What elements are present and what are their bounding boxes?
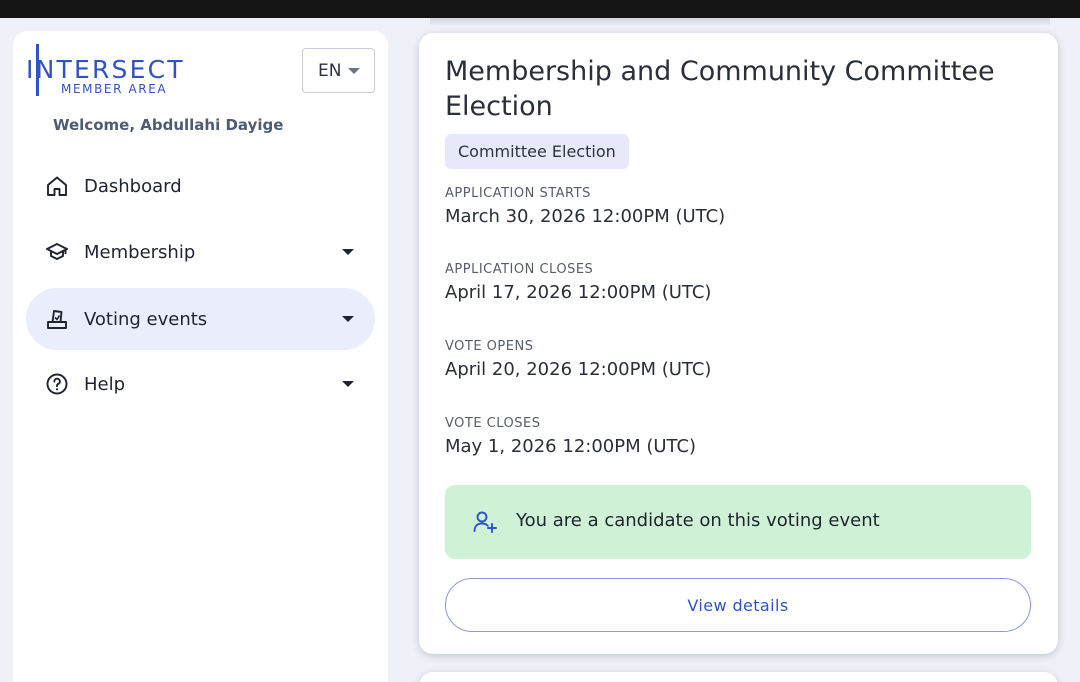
ballot-box-icon [47, 310, 67, 329]
top-shadow [430, 18, 1050, 26]
intersect-logo[interactable]: INTERSECT MEMBER AREA [26, 44, 186, 98]
top-bar [0, 0, 1080, 18]
chevron-down-icon [342, 316, 354, 322]
sidebar-item-label: Dashboard [84, 175, 182, 197]
candidate-notice-text: You are a candidate on this voting event [516, 510, 880, 531]
event-type-badge: Committee Election [445, 134, 629, 169]
chevron-down-icon [348, 68, 360, 74]
graduation-cap-icon [46, 243, 68, 260]
application-starts-label: APPLICATION STARTS [445, 186, 591, 201]
event-title: Membership and Community Committee Elect… [445, 56, 995, 122]
sidebar-item-label: Membership [84, 241, 196, 263]
view-details-button[interactable]: View details [445, 578, 1031, 632]
logo-word: INTERSECT [26, 55, 185, 84]
logo-subtitle: MEMBER AREA [61, 82, 168, 96]
candidate-notice: You are a candidate on this voting event [445, 485, 1031, 559]
user-plus-icon [473, 511, 497, 533]
sidebar-item-help[interactable]: Help [26, 353, 375, 415]
vote-closes-label: VOTE CLOSES [445, 416, 541, 431]
sidebar-item-membership[interactable]: Membership [26, 221, 375, 283]
help-circle-icon [46, 373, 68, 395]
welcome-text: Welcome, Abdullahi Dayige [53, 116, 284, 134]
chevron-down-icon [342, 381, 354, 387]
next-event-card [419, 672, 1058, 682]
vote-closes-value: May 1, 2026 12:00PM (UTC) [445, 436, 697, 457]
sidebar-item-label: Voting events [84, 308, 208, 330]
application-closes-value: April 17, 2026 12:00PM (UTC) [445, 282, 712, 303]
vote-opens-label: VOTE OPENS [445, 339, 534, 354]
sidebar-item-label: Help [84, 373, 126, 395]
sidebar-item-dashboard[interactable]: Dashboard [26, 155, 375, 217]
chevron-down-icon [342, 249, 354, 255]
language-value: EN [318, 60, 342, 81]
home-icon [47, 176, 67, 196]
vote-opens-value: April 20, 2026 12:00PM (UTC) [445, 359, 712, 380]
language-select[interactable]: EN [302, 48, 375, 93]
sidebar-item-voting-events[interactable]: Voting events [26, 288, 375, 350]
application-closes-label: APPLICATION CLOSES [445, 262, 594, 277]
application-starts-value: March 30, 2026 12:00PM (UTC) [445, 206, 726, 227]
